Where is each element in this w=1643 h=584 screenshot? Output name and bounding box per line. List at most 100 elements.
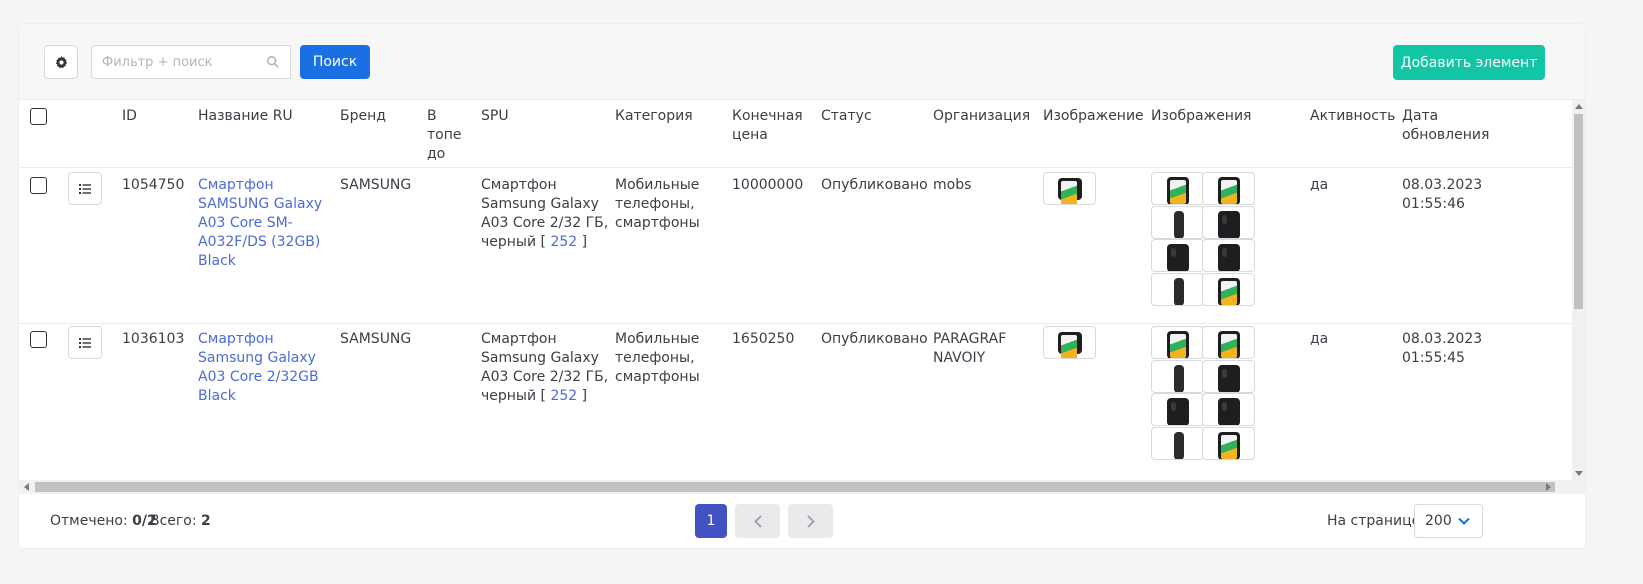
cell-brand: SAMSUNG xyxy=(340,331,412,347)
vertical-scrollbar-thumb[interactable] xyxy=(1574,114,1583,309)
cell-status: Опубликовано xyxy=(821,331,928,347)
updated-time: 01:55:45 xyxy=(1402,350,1465,366)
gallery-thumbnail[interactable] xyxy=(1151,206,1204,239)
vertical-scrollbar[interactable] xyxy=(1572,100,1585,480)
column-header-activity[interactable]: Активность xyxy=(1310,107,1395,126)
updated-date: 08.03.2023 xyxy=(1402,331,1483,347)
cell-category: Мобильные телефоны, смартфоны xyxy=(615,176,700,233)
column-header-name[interactable]: Название RU xyxy=(198,107,293,126)
spu-color: черный xyxy=(481,388,537,404)
gallery-thumbnail[interactable] xyxy=(1202,326,1255,359)
gallery-thumbnail[interactable] xyxy=(1202,360,1255,393)
previous-page-button[interactable] xyxy=(735,504,780,538)
next-page-button[interactable] xyxy=(788,504,833,538)
name-line: Black xyxy=(198,388,236,404)
gallery-thumbnail[interactable] xyxy=(1202,427,1255,460)
row-actions-button[interactable] xyxy=(68,326,102,359)
gallery-thumbnail[interactable] xyxy=(1202,273,1255,306)
row-checkbox[interactable] xyxy=(30,331,47,348)
phone-image xyxy=(1218,177,1240,204)
main-image-thumbnail[interactable] xyxy=(1043,172,1096,205)
cell-category: Мобильные телефоны, смартфоны xyxy=(615,330,700,387)
table-footer: Отмечено: 0/2 Всего: 2 1 На странице 200 xyxy=(19,494,1585,548)
spu-line: Samsung Galaxy xyxy=(481,196,599,212)
phone-image xyxy=(1174,211,1184,238)
gallery-thumbnail[interactable] xyxy=(1151,326,1204,359)
phone-image xyxy=(1218,331,1240,358)
phone-image xyxy=(1167,331,1189,358)
cell-updated: 08.03.2023 01:55:46 xyxy=(1402,176,1482,214)
phone-image xyxy=(1167,244,1189,271)
product-name-link[interactable]: Смартфон Samsung Galaxy A03 Core 2/32GB … xyxy=(198,330,319,406)
phone-image xyxy=(1174,278,1184,305)
column-header-images[interactable]: Изображения xyxy=(1151,107,1251,126)
row-checkbox[interactable] xyxy=(30,177,47,194)
add-item-button[interactable]: Добавить элемент xyxy=(1393,45,1545,80)
column-header-status[interactable]: Статус xyxy=(821,107,872,126)
spu-link[interactable]: 252 xyxy=(550,388,577,404)
gallery-thumbnail[interactable] xyxy=(1151,172,1204,205)
cell-updated: 08.03.2023 01:55:45 xyxy=(1402,330,1482,368)
gallery-thumbnail[interactable] xyxy=(1202,393,1255,426)
column-header-brand[interactable]: Бренд xyxy=(340,107,386,126)
cell-spu: Смартфон Samsung Galaxy A03 Core 2/32 ГБ… xyxy=(481,330,608,406)
chevron-right-icon xyxy=(806,514,815,528)
gallery-thumbnail[interactable] xyxy=(1151,239,1204,272)
scroll-right-arrow-icon[interactable] xyxy=(1546,483,1551,491)
gallery-thumbnail[interactable] xyxy=(1151,393,1204,426)
row-actions-button[interactable] xyxy=(68,172,102,205)
category-line: Мобильные xyxy=(615,177,700,193)
search-input[interactable] xyxy=(92,46,264,78)
cell-activity: да xyxy=(1310,177,1329,193)
horizontal-scrollbar[interactable] xyxy=(19,480,1585,494)
org-line: PARAGRAF xyxy=(933,331,1007,347)
search-button[interactable]: Поиск xyxy=(300,45,370,79)
gallery-thumbnail[interactable] xyxy=(1202,172,1255,205)
main-image-thumbnail[interactable] xyxy=(1043,326,1096,359)
column-header-top[interactable]: В топе до xyxy=(427,107,462,164)
spu-link[interactable]: 252 xyxy=(550,234,577,250)
column-header-id[interactable]: ID xyxy=(122,107,137,126)
product-name-link[interactable]: Смартфон SAMSUNG Galaxy A03 Core SM- A03… xyxy=(198,176,322,271)
name-line: SAMSUNG Galaxy xyxy=(198,196,323,212)
per-page-select[interactable]: 200 xyxy=(1414,504,1483,538)
column-header-organization[interactable]: Организация xyxy=(933,107,1030,126)
row-divider xyxy=(19,323,1572,324)
name-line: Black xyxy=(198,253,236,269)
scroll-left-arrow-icon[interactable] xyxy=(24,483,29,491)
column-header-updated[interactable]: Дата обновления xyxy=(1402,107,1489,145)
header-line: до xyxy=(427,146,446,162)
scroll-down-arrow-icon[interactable] xyxy=(1575,471,1583,476)
column-header-price[interactable]: Конечная цена xyxy=(732,107,803,145)
header-line: цена xyxy=(732,127,768,143)
spu-line: Samsung Galaxy xyxy=(481,350,599,366)
select-all-checkbox[interactable] xyxy=(30,108,47,125)
gallery-thumbnail[interactable] xyxy=(1151,360,1204,393)
header-line: В xyxy=(427,108,437,124)
updated-time: 01:55:46 xyxy=(1402,196,1465,212)
gallery-thumbnail[interactable] xyxy=(1151,427,1204,460)
column-header-spu[interactable]: SPU xyxy=(481,107,509,126)
total-count: 2 xyxy=(201,513,211,529)
gallery-thumbnail[interactable] xyxy=(1151,273,1204,306)
header-line: Конечная xyxy=(732,108,803,124)
settings-button[interactable] xyxy=(44,45,78,79)
toolbar: Поиск Добавить элемент xyxy=(19,24,1585,100)
cell-spu: Смартфон Samsung Galaxy A03 Core 2/32 ГБ… xyxy=(481,176,608,252)
phone-image xyxy=(1167,398,1189,425)
category-line: Мобильные xyxy=(615,331,700,347)
column-header-image[interactable]: Изображение xyxy=(1043,107,1144,126)
name-line: Samsung Galaxy xyxy=(198,350,316,366)
page-button-1[interactable]: 1 xyxy=(695,504,727,538)
header-divider xyxy=(19,167,1572,168)
cell-activity: да xyxy=(1310,331,1329,347)
horizontal-scrollbar-thumb[interactable] xyxy=(35,482,1555,492)
gallery-thumbnail[interactable] xyxy=(1202,239,1255,272)
gallery-thumbnail[interactable] xyxy=(1202,206,1255,239)
column-header-category[interactable]: Категория xyxy=(615,107,693,126)
cell-price: 1650250 xyxy=(732,331,795,347)
phone-image xyxy=(1218,432,1240,459)
spu-line: Смартфон xyxy=(481,177,557,193)
spu-line: A03 Core 2/32 ГБ, xyxy=(481,215,609,231)
scroll-up-arrow-icon[interactable] xyxy=(1575,104,1583,109)
